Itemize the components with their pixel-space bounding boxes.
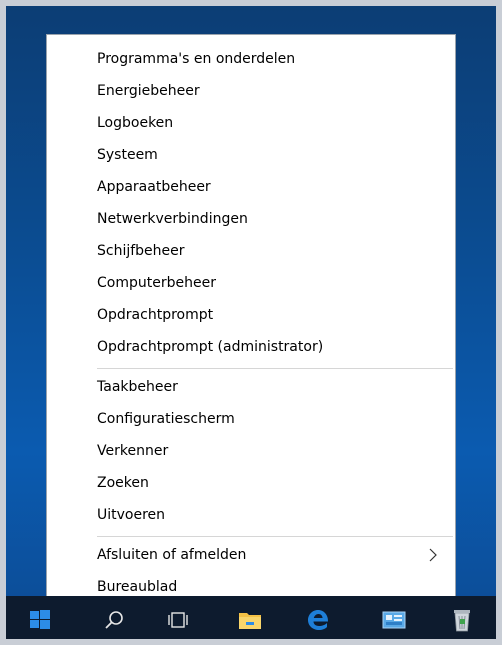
task-view-button[interactable] xyxy=(162,604,194,636)
taskbar xyxy=(6,596,496,645)
file-explorer-icon xyxy=(239,613,261,629)
menu-item-label: Computerbeheer xyxy=(97,275,216,291)
menu-item-task-manager[interactable]: Taakbeheer xyxy=(47,371,455,403)
menu-item-label: Schijfbeheer xyxy=(97,243,185,259)
menu-item-control-panel[interactable]: Configuratiescherm xyxy=(47,403,455,435)
menu-item-label: Programma's en onderdelen xyxy=(97,51,296,67)
menu-separator xyxy=(97,368,453,369)
file-explorer-taskbar-button[interactable] xyxy=(234,604,266,636)
menu-item-label: Uitvoeren xyxy=(97,507,166,523)
menu-item-label: Systeem xyxy=(97,147,158,163)
menu-item-label: Logboeken xyxy=(97,115,174,131)
menu-item-file-explorer[interactable]: Verkenner xyxy=(47,435,455,467)
menu-item-label: Configuratiescherm xyxy=(97,411,235,427)
menu-item-programs-and-features[interactable]: Programma's en onderdelen xyxy=(47,43,455,75)
menu-item-device-manager[interactable]: Apparaatbeheer xyxy=(47,171,455,203)
menu-item-shut-down-or-sign-out[interactable]: Afsluiten of afmelden xyxy=(47,539,455,571)
menu-item-search[interactable]: Zoeken xyxy=(47,467,455,499)
windows-start-icon xyxy=(30,610,50,629)
menu-item-event-viewer[interactable]: Logboeken xyxy=(47,107,455,139)
menu-item-network-connections[interactable]: Netwerkverbindingen xyxy=(47,203,455,235)
menu-item-run[interactable]: Uitvoeren xyxy=(47,499,455,531)
menu-item-command-prompt-admin[interactable]: Opdrachtprompt (administrator) xyxy=(47,331,455,363)
recycle-bin-taskbar-button[interactable] xyxy=(446,604,478,636)
menu-item-label: Opdrachtprompt xyxy=(97,307,214,323)
menu-item-computer-management[interactable]: Computerbeheer xyxy=(47,267,455,299)
menu-item-label: Bureaublad xyxy=(97,579,178,595)
search-icon xyxy=(105,611,123,629)
menu-item-label: Netwerkverbindingen xyxy=(97,211,248,227)
task-view-icon xyxy=(168,612,188,628)
search-button[interactable] xyxy=(98,604,130,636)
menu-item-power-options[interactable]: Energiebeheer xyxy=(47,75,455,107)
control-panel-icon xyxy=(382,611,406,629)
start-button[interactable] xyxy=(24,604,56,636)
edge-taskbar-button[interactable] xyxy=(302,604,334,636)
menu-item-label: Taakbeheer xyxy=(97,379,178,395)
menu-item-disk-management[interactable]: Schijfbeheer xyxy=(47,235,455,267)
edge-browser-icon xyxy=(308,610,329,630)
menu-item-label: Energiebeheer xyxy=(97,83,200,99)
menu-item-command-prompt[interactable]: Opdrachtprompt xyxy=(47,299,455,331)
control-panel-taskbar-button[interactable] xyxy=(378,604,410,636)
menu-item-system[interactable]: Systeem xyxy=(47,139,455,171)
menu-item-label: Verkenner xyxy=(97,443,169,459)
menu-item-label: Zoeken xyxy=(97,475,149,491)
menu-item-label: Afsluiten of afmelden xyxy=(97,547,247,563)
menu-item-label: Apparaatbeheer xyxy=(97,179,211,195)
recycle-bin-icon xyxy=(454,610,470,632)
menu-item-label: Opdrachtprompt (administrator) xyxy=(97,339,324,355)
chevron-right-icon xyxy=(429,548,437,562)
power-user-menu: Programma's en onderdelen Energiebeheer … xyxy=(46,34,456,606)
menu-separator xyxy=(97,536,453,537)
